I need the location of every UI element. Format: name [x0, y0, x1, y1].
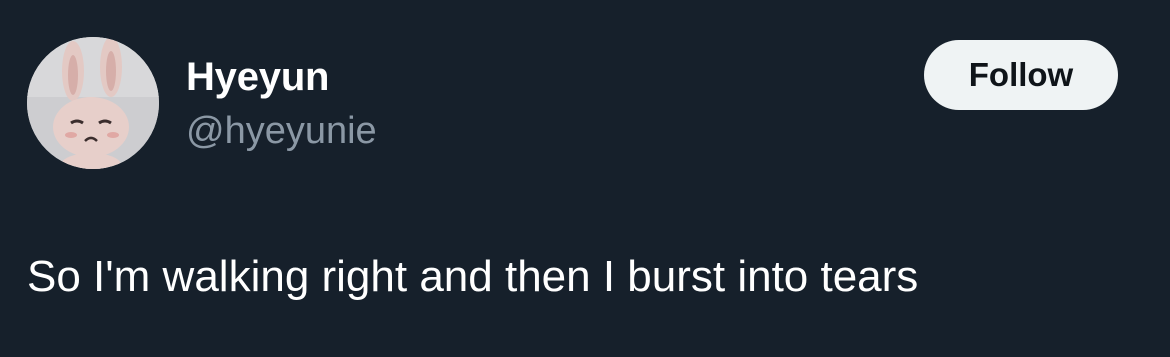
follow-button[interactable]: Follow	[924, 40, 1118, 110]
tweet-text: So I'm walking right and then I burst in…	[27, 252, 919, 301]
user-handle[interactable]: @hyeyunie	[186, 108, 377, 154]
display-name[interactable]: Hyeyun	[186, 54, 329, 100]
bunny-avatar-icon	[27, 37, 159, 169]
avatar[interactable]	[27, 37, 159, 169]
tweet-card: Hyeyun @hyeyunie Follow So I'm walking r…	[0, 0, 1170, 357]
